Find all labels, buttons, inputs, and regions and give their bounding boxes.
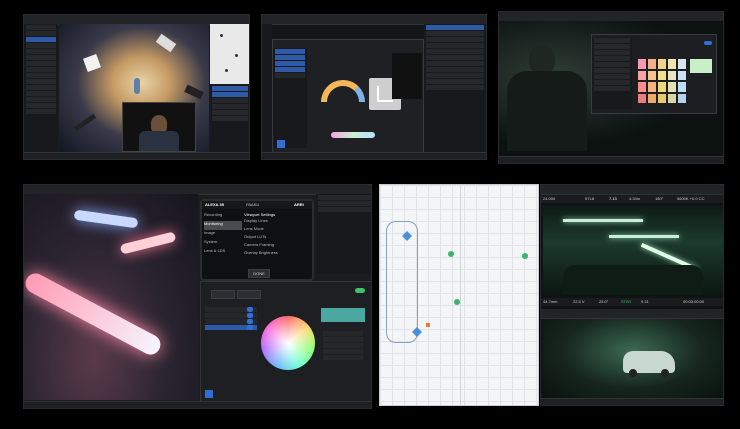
hud-stop: 9.21: [641, 299, 649, 304]
settings-row[interactable]: Lens Mode: [244, 226, 308, 234]
left-dock[interactable]: [262, 24, 272, 155]
right-dock[interactable]: [316, 194, 371, 274]
hud-voltage: 22.5 V: [573, 299, 585, 304]
teal-swatch[interactable]: [321, 308, 365, 322]
hud-shutter: 180°: [655, 196, 664, 201]
light-fixture-right[interactable]: [184, 84, 204, 100]
toggle-switch[interactable]: [704, 41, 712, 45]
light-stand[interactable]: [73, 113, 97, 132]
fixture-green-3[interactable]: [522, 253, 528, 259]
panel-floor-plan[interactable]: [379, 184, 539, 406]
hud-focal: 44.7mm: [543, 299, 558, 304]
settings-row[interactable]: Display Lines: [244, 218, 308, 226]
hud-bottom-bar: 44.7mm 22.5 V 25.0° STBY 9.21 00:00:00:0…: [541, 298, 723, 306]
mode-button-left[interactable]: [211, 290, 235, 299]
actor-figure[interactable]: [134, 78, 140, 94]
floorplan-panel[interactable]: [210, 24, 249, 84]
swatch-list[interactable]: [592, 37, 632, 109]
status-bar: [262, 152, 486, 159]
preview-window: [392, 53, 422, 99]
windows-taskbar[interactable]: [499, 156, 723, 163]
fixture-green-1[interactable]: [448, 251, 454, 257]
hud-lens: 5TL8: [585, 196, 595, 201]
viewport-3d[interactable]: [59, 24, 209, 155]
camera-menu: Recording Monitoring Image System Lens &…: [204, 212, 242, 257]
color-wheel[interactable]: [261, 316, 315, 370]
set-outline: [386, 221, 418, 343]
hud-angle: 25.0°: [599, 299, 609, 304]
tube-light-viewport[interactable]: [24, 194, 198, 400]
softbox-fixture[interactable]: [83, 54, 101, 72]
status-bar: [24, 152, 249, 159]
mode-button-right[interactable]: [237, 290, 261, 299]
status-bar: [541, 398, 723, 405]
fixture-list[interactable]: [273, 48, 307, 148]
hud-iris: 7.13: [609, 196, 617, 201]
panel-swatch-library: [498, 11, 724, 164]
hud-timecode: 00:00:00:00: [683, 299, 705, 304]
arri-logo: ARRI: [294, 202, 304, 207]
camera-brand: ALEXA 35: [205, 202, 224, 207]
menu-item-monitoring[interactable]: Monitoring: [204, 221, 242, 230]
menu-item-lens[interactable]: Lens & LDS: [204, 248, 242, 257]
settings-row[interactable]: Output LUTs: [244, 234, 308, 242]
camera-feed-bottom[interactable]: [543, 319, 723, 399]
properties-panel[interactable]: [424, 24, 486, 155]
tube-light-white[interactable]: [24, 269, 164, 359]
swatch-dialog: [591, 34, 717, 114]
tint-slider[interactable]: [331, 132, 375, 138]
camera-mode: PAAKU: [246, 202, 260, 207]
property-sliders[interactable]: [321, 330, 365, 361]
viewport-toolbar: [541, 309, 723, 319]
center-line: [460, 185, 461, 405]
panel-camera-control: ALEXA 35 PAAKU ARRI Recording Monitoring…: [23, 184, 372, 409]
hud-top-bar: 24.000 5TL8 7.13 4.33m 180° 5600K +0.0 C…: [541, 195, 723, 203]
hud-status: STBY: [621, 299, 632, 304]
outliner-sidebar[interactable]: [24, 24, 58, 155]
cct-arc-gauge[interactable]: [321, 80, 365, 102]
panel-color-editor: [261, 14, 487, 160]
selected-swatch[interactable]: [690, 59, 712, 73]
done-button[interactable]: DONE: [248, 269, 270, 278]
hud-white-balance: 5600K +0.0 CC: [677, 196, 705, 201]
menu-item-system[interactable]: System: [204, 239, 242, 248]
hud-fps: 24.000: [543, 196, 556, 201]
camera-screen: ALEXA 35 PAAKU ARRI Recording Monitoring…: [200, 199, 314, 281]
properties-panel[interactable]: [210, 85, 249, 155]
app-toolbar: [541, 185, 723, 195]
menu-item-recording[interactable]: Recording: [204, 212, 242, 221]
tube-light-blue[interactable]: [73, 209, 139, 229]
settings-row[interactable]: Overlay Brightness: [244, 250, 308, 258]
fixture-toggles[interactable]: [245, 306, 255, 331]
settings-row[interactable]: Camera Framing: [244, 242, 308, 250]
camera-preview[interactable]: [122, 102, 196, 152]
spotlight-fixture[interactable]: [155, 33, 177, 53]
menu-item-image[interactable]: Image: [204, 230, 242, 239]
app-logo-icon: [277, 140, 285, 148]
fixture-orange[interactable]: [426, 323, 430, 327]
lighting-control-panel: [200, 281, 371, 403]
app-logo-icon: [205, 390, 213, 398]
green-toggle[interactable]: [355, 288, 365, 293]
status-bar: [24, 401, 371, 408]
settings-list: Viewport Settings Display Lines Lens Mod…: [244, 212, 308, 258]
swatch-grid[interactable]: [638, 59, 686, 103]
tube-light-pink[interactable]: [119, 231, 177, 255]
hud-focus: 4.33m: [629, 196, 641, 201]
camera-feed-top[interactable]: [543, 205, 723, 297]
panel-lighting-scene: [23, 14, 250, 160]
panel-camera-monitor: 24.000 5TL8 7.13 4.33m 180° 5600K +0.0 C…: [540, 184, 724, 406]
screenshot-collage: { "panel4": { "camera_brand": "ALEXA 35"…: [0, 0, 740, 429]
